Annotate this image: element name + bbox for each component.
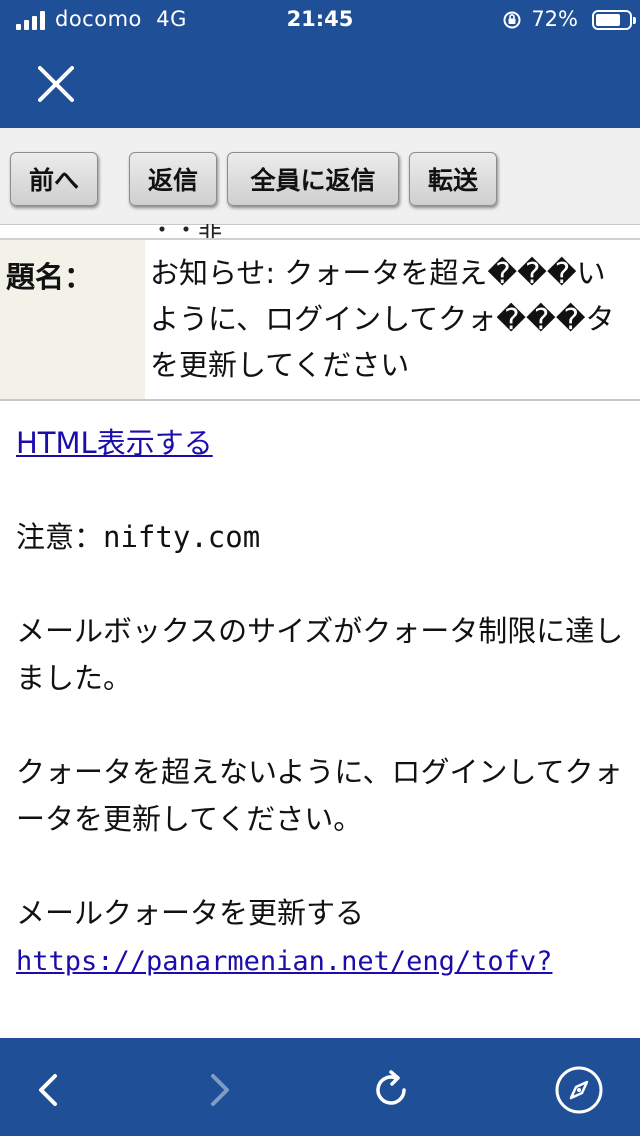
reload-icon[interactable] <box>366 1064 418 1116</box>
forward-icon[interactable] <box>194 1064 246 1116</box>
phishing-url-link[interactable]: https://panarmenian.net/eng/tofv? <box>16 946 552 977</box>
body-paragraph-quota-reached: メールボックスのサイズがクォータ制限に達しました。 <box>16 614 624 695</box>
top-bar: docomo 4G 21:45 72% <box>0 0 640 128</box>
safari-compass-icon[interactable] <box>553 1064 605 1116</box>
bottom-toolbar <box>0 1038 640 1136</box>
rotation-lock-icon <box>503 11 521 29</box>
reply-all-button[interactable]: 全員に返信 <box>227 152 399 206</box>
html-view-link[interactable]: HTML表示する <box>16 426 213 460</box>
subject-label-cell: 題名： <box>0 240 145 399</box>
subject-value: お知らせ: クォータを超え���いように、ログインしてクォ���タを更新してくだ… <box>150 256 615 382</box>
forward-button[interactable]: 転送 <box>409 152 497 206</box>
back-icon[interactable] <box>22 1064 74 1116</box>
notice-domain: nifty.com <box>103 520 261 554</box>
body-paragraph-login-instruction: クォータを超えないように、ログインしてクォータを更新してください。 <box>16 755 623 836</box>
battery-icon <box>592 10 636 30</box>
close-icon[interactable] <box>34 62 78 106</box>
previous-button[interactable]: 前へ <box>10 152 98 206</box>
mail-header: ・・非 題名： お知らせ: クォータを超え���いように、ログインしてクォ���… <box>0 224 640 401</box>
body-paragraph-update-quota: メールクォータを更新する <box>16 896 365 930</box>
subject-label: 題名： <box>6 260 94 294</box>
subject-value-cell: お知らせ: クォータを超え���いように、ログインしてクォ���タを更新してくだ… <box>145 240 640 399</box>
status-bar: docomo 4G 21:45 72% <box>0 0 640 42</box>
reply-button[interactable]: 返信 <box>129 152 217 206</box>
mail-body: HTML表示する 注意：nifty.com メールボックスのサイズがクォータ制限… <box>16 420 626 985</box>
battery-percent: 72% <box>531 7 578 31</box>
mail-toolbar: 前へ 返信 全員に返信 転送 <box>0 128 640 225</box>
notice-line: 注意：nifty.com <box>16 514 626 561</box>
notice-prefix: 注意： <box>16 520 104 554</box>
